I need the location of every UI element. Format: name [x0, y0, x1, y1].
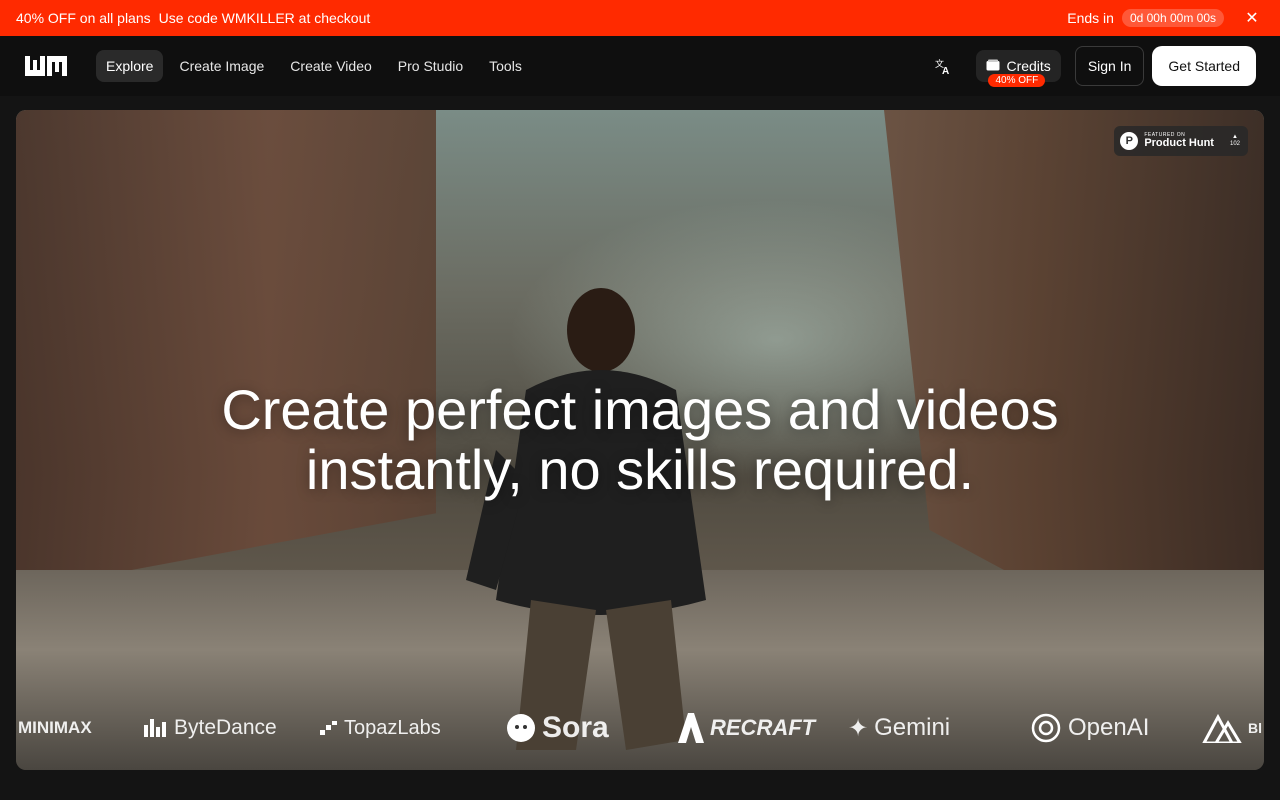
gemini-icon: ✦	[848, 714, 869, 742]
hero-section: P FEATURED ON Product Hunt ▲ 102 Create …	[16, 110, 1264, 770]
top-navigation: Explore Create Image Create Video Pro St…	[0, 36, 1280, 96]
nav-create-image[interactable]: Create Image	[169, 50, 274, 82]
logo-minimax: MINIMAX	[18, 718, 92, 737]
wallet-icon	[986, 58, 1000, 74]
logo-openai: OpenAI	[1030, 710, 1149, 746]
logo-recraft: RECRAFT	[676, 710, 815, 746]
promo-code: Use code WMKILLER at checkout	[158, 10, 371, 26]
credits-discount-badge: 40% OFF	[988, 74, 1046, 87]
hero-runner-figure	[466, 288, 706, 750]
credits-button[interactable]: Credits 40% OFF	[976, 50, 1061, 87]
translate-icon[interactable]: 文 A	[926, 49, 960, 83]
svg-text:A: A	[942, 66, 949, 75]
credits-label: Credits	[1006, 58, 1051, 74]
partner-logos: MINIMAX ByteDance TopazLabs Sora RECRAFT…	[16, 710, 1264, 746]
openai-icon	[1031, 713, 1061, 743]
hero-headline-line2: instantly, no skills required.	[305, 438, 975, 501]
logo-topazlabs: TopazLabs	[320, 710, 441, 746]
logo-bfl: Bl Fo	[1202, 710, 1264, 746]
close-icon[interactable]: ✕	[1240, 6, 1264, 30]
get-started-button[interactable]: Get Started	[1152, 46, 1256, 86]
nav-create-video[interactable]: Create Video	[280, 50, 381, 82]
nav-explore[interactable]: Explore	[96, 50, 164, 82]
nav-tools[interactable]: Tools	[479, 50, 532, 82]
recraft-icon	[678, 713, 704, 743]
product-hunt-votes: 102	[1229, 141, 1240, 147]
promo-offer: 40% OFF on all plans	[16, 10, 151, 26]
bfl-icon	[1202, 713, 1242, 743]
logo-sora: Sora	[506, 710, 609, 746]
sign-in-button[interactable]: Sign In	[1074, 46, 1145, 86]
promo-timer: 0d 00h 00m 00s	[1121, 9, 1224, 27]
hero-headline-line1: Create perfect images and videos	[221, 378, 1059, 441]
logo-bytedance: ByteDance	[144, 710, 277, 746]
logo-gemini: ✦ Gemini	[848, 714, 951, 742]
hero-headline: Create perfect images and videos instant…	[16, 380, 1264, 500]
wm-logo[interactable]	[24, 53, 68, 79]
product-hunt-icon: P	[1120, 132, 1139, 150]
logo-mark	[25, 56, 67, 76]
product-hunt-name: Product Hunt	[1144, 137, 1214, 149]
upvote-icon: ▲	[1232, 134, 1238, 141]
topazlabs-icon	[320, 721, 337, 735]
bytedance-icon	[144, 719, 166, 737]
product-hunt-badge[interactable]: P FEATURED ON Product Hunt ▲ 102	[1114, 126, 1248, 156]
nav-pro-studio[interactable]: Pro Studio	[388, 50, 473, 82]
promo-ends-label: Ends in	[1067, 10, 1114, 26]
sora-icon	[507, 714, 535, 742]
promo-banner: 40% OFF on all plans Use code WMKILLER a…	[0, 0, 1280, 36]
